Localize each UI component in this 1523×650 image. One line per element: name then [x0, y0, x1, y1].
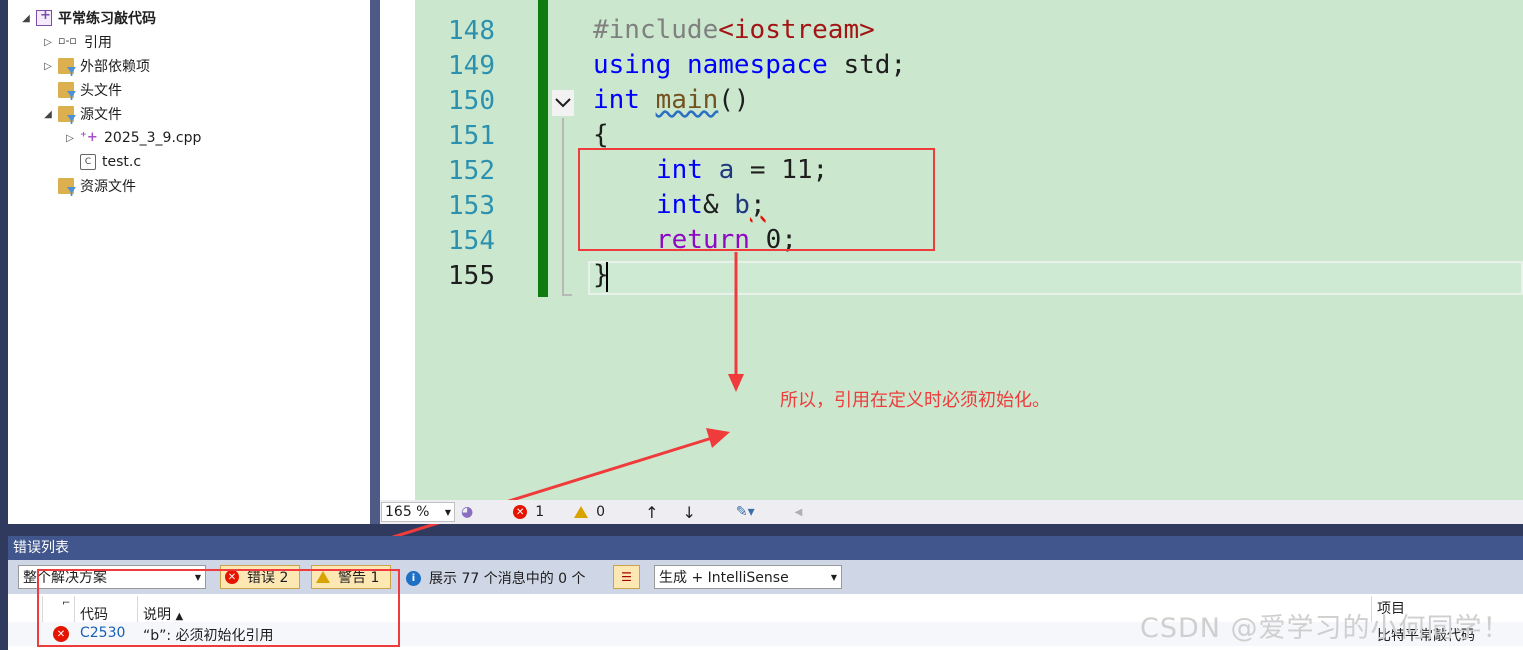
messages-label: 展示 77 个消息中的 0 个 [429, 571, 586, 587]
status-errors[interactable]: ✕ 1 [513, 504, 544, 520]
warning-icon [574, 506, 589, 518]
filter-list-button[interactable]: ☰ [613, 565, 640, 589]
scroll-left-icon[interactable]: ◀ [795, 507, 803, 518]
dropdown-arrow-icon: ▼ [830, 572, 837, 582]
status-warnings[interactable]: 0 [574, 504, 605, 520]
build-filter-dropdown[interactable]: 生成 + IntelliSense ▼ [654, 565, 842, 589]
zoom-dropdown[interactable]: 165 % ▼ [381, 502, 455, 522]
warning-count: 0 [596, 504, 606, 520]
messages-filter-button[interactable]: i 展示 77 个消息中的 0 个 [406, 568, 586, 588]
annotation-highlight-box [37, 569, 400, 647]
editor-status-bar: 165 % ▼ ◕ ✕ 1 0 ↑ ↓ ✎▾ ◀ [380, 500, 1523, 524]
copilot-icon[interactable]: ◕ [461, 504, 473, 520]
info-icon: i [406, 570, 421, 586]
filter-list-icon: ☰ [621, 570, 632, 584]
zoom-value: 165 % [385, 504, 430, 520]
error-count: 1 [535, 504, 545, 520]
watermark: CSDN @爱学习的小何同学！ [1140, 613, 1511, 644]
error-list-title: 错误列表 [8, 536, 1523, 560]
cleanup-brush-icon[interactable]: ✎▾ [736, 504, 755, 520]
error-icon: ✕ [513, 505, 528, 519]
arrow-down-icon[interactable]: ↓ [682, 503, 695, 522]
dropdown-arrow-icon: ▼ [444, 507, 451, 517]
build-filter-value: 生成 + IntelliSense [659, 570, 789, 586]
arrow-up-icon[interactable]: ↑ [645, 503, 658, 522]
